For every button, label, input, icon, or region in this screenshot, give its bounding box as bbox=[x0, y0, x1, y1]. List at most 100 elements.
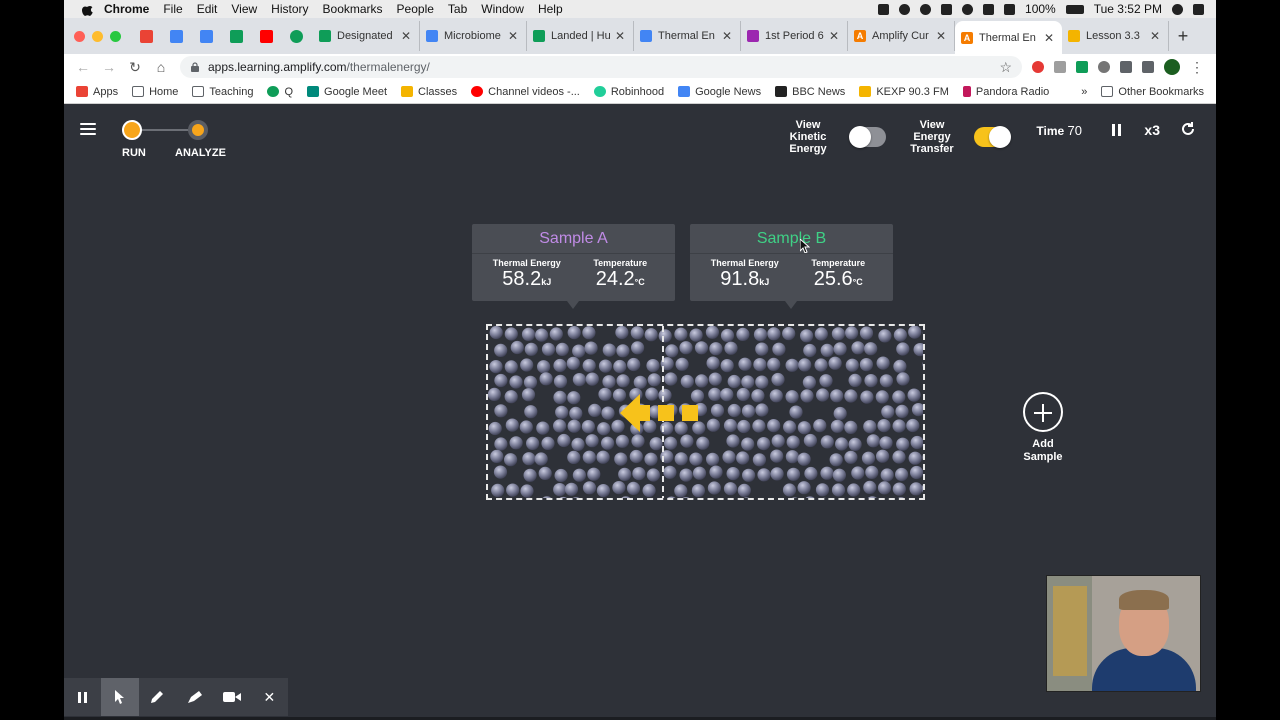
bookmark-robinhood[interactable]: Robinhood bbox=[593, 86, 664, 98]
menu-people[interactable]: People bbox=[397, 2, 434, 16]
highlighter-tool-button[interactable] bbox=[176, 678, 213, 716]
menu-view[interactable]: View bbox=[231, 2, 257, 16]
bookmark-classes[interactable]: Classes bbox=[401, 86, 457, 98]
pointer-tool-button[interactable] bbox=[101, 678, 139, 716]
profile-avatar-icon[interactable] bbox=[1164, 59, 1180, 75]
pinned-tab-docs[interactable] bbox=[193, 23, 219, 49]
reset-icon[interactable] bbox=[1180, 121, 1196, 137]
analyze-step-button[interactable] bbox=[188, 120, 208, 140]
bookmark-pandora[interactable]: Pandora Radio bbox=[962, 86, 1049, 98]
extension-red-icon[interactable] bbox=[1032, 61, 1044, 73]
minimize-window-button[interactable] bbox=[92, 30, 103, 42]
address-bar[interactable]: apps.learning.amplify.com/thermalenergy/… bbox=[180, 56, 1022, 78]
bookmark-google-meet[interactable]: Google Meet bbox=[307, 86, 387, 98]
pen-tool-button[interactable] bbox=[139, 678, 176, 716]
airplay-icon[interactable] bbox=[1004, 3, 1016, 15]
bookmark-home[interactable]: Home bbox=[132, 86, 178, 98]
bookmark-channel-videos[interactable]: Channel videos -... bbox=[471, 86, 580, 98]
forward-icon[interactable]: → bbox=[96, 59, 122, 75]
close-tab-icon[interactable]: ✕ bbox=[827, 29, 841, 43]
reload-icon[interactable]: ↻ bbox=[122, 59, 148, 76]
bookmark-star-icon[interactable]: ☆ bbox=[999, 59, 1012, 76]
home-icon[interactable]: ⌂ bbox=[148, 59, 174, 75]
battery-percent[interactable]: 100% bbox=[1025, 2, 1056, 16]
bluetooth-icon[interactable] bbox=[962, 3, 974, 15]
bookmark-google-news[interactable]: Google News bbox=[678, 86, 761, 98]
particle bbox=[626, 481, 641, 495]
notification-center-icon[interactable] bbox=[1193, 3, 1204, 15]
menu-help[interactable]: Help bbox=[538, 2, 563, 16]
hamburger-menu-icon[interactable] bbox=[80, 123, 96, 135]
extension-screencast-icon[interactable] bbox=[1054, 61, 1066, 73]
pinned-tab-q[interactable] bbox=[283, 23, 309, 49]
reading-list-icon[interactable] bbox=[1142, 61, 1154, 73]
menu-file[interactable]: File bbox=[163, 2, 182, 16]
pinned-tab-calendar[interactable] bbox=[163, 23, 189, 49]
menu-bookmarks[interactable]: Bookmarks bbox=[323, 2, 383, 16]
add-sample-button[interactable]: Add Sample bbox=[1023, 392, 1063, 464]
bookmark-teaching[interactable]: Teaching bbox=[192, 86, 253, 98]
tab-first-period[interactable]: 1st Period 6 ✕ bbox=[741, 21, 848, 51]
particle bbox=[520, 358, 534, 372]
spotlight-search-icon[interactable] bbox=[1172, 3, 1183, 15]
close-tab-icon[interactable]: ✕ bbox=[506, 29, 520, 43]
kinetic-energy-toggle[interactable] bbox=[849, 126, 886, 148]
menu-edit[interactable]: Edit bbox=[197, 2, 218, 16]
location-icon[interactable] bbox=[920, 3, 932, 15]
camera-tool-button[interactable] bbox=[213, 678, 250, 716]
chrome-menu-icon[interactable]: ⋮ bbox=[1190, 59, 1204, 76]
tab-microbiome[interactable]: Microbiome ✕ bbox=[420, 21, 527, 51]
zoom-window-button[interactable] bbox=[110, 30, 121, 42]
particle bbox=[539, 372, 553, 386]
close-tab-icon[interactable]: ✕ bbox=[399, 29, 413, 43]
menu-history[interactable]: History bbox=[271, 2, 308, 16]
new-tab-button[interactable]: + bbox=[1169, 18, 1197, 54]
bookmark-bbc-news[interactable]: BBC News bbox=[775, 86, 845, 98]
bookmarks-overflow-button[interactable]: » bbox=[1081, 86, 1087, 98]
cloud-icon[interactable] bbox=[899, 3, 911, 15]
particle bbox=[922, 331, 923, 335]
pinned-tab-gmail[interactable] bbox=[133, 23, 159, 49]
extension-sheets-icon[interactable] bbox=[1076, 61, 1088, 73]
menu-app-name[interactable]: Chrome bbox=[104, 2, 149, 16]
pause-recording-button[interactable] bbox=[64, 678, 101, 716]
pause-button[interactable] bbox=[1112, 124, 1122, 136]
close-toolbar-button[interactable]: ✕ bbox=[251, 678, 288, 716]
close-tab-icon[interactable]: ✕ bbox=[934, 29, 948, 43]
menu-tab[interactable]: Tab bbox=[448, 2, 467, 16]
camera-icon[interactable] bbox=[878, 3, 890, 15]
sheets-icon bbox=[319, 30, 331, 42]
close-tab-icon[interactable]: ✕ bbox=[1148, 29, 1162, 43]
particle-container[interactable] bbox=[486, 324, 925, 500]
run-step-button[interactable] bbox=[122, 120, 142, 140]
extensions-puzzle-icon[interactable] bbox=[1120, 61, 1132, 73]
apple-icon[interactable] bbox=[80, 2, 94, 16]
tab-landed[interactable]: Landed | Hu ✕ bbox=[527, 21, 634, 51]
pinned-tab-drive[interactable] bbox=[223, 23, 249, 49]
close-window-button[interactable] bbox=[74, 30, 85, 42]
s-app-icon[interactable] bbox=[941, 3, 953, 15]
tab-lesson[interactable]: Lesson 3.3 ✕ bbox=[1062, 21, 1169, 51]
tab-amplify-curriculum[interactable]: A Amplify Cur ✕ bbox=[848, 21, 955, 51]
back-icon[interactable]: ← bbox=[70, 59, 96, 75]
bookmark-q[interactable]: Q bbox=[267, 86, 293, 98]
tab-thermal-energy-active[interactable]: A Thermal En ✕ bbox=[955, 21, 1062, 54]
tab-designated[interactable]: Designated ✕ bbox=[313, 21, 420, 51]
tab-thermal-doc[interactable]: Thermal En ✕ bbox=[634, 21, 741, 51]
pinned-tab-youtube[interactable] bbox=[253, 23, 279, 49]
other-bookmarks[interactable]: Other Bookmarks bbox=[1101, 86, 1204, 98]
particle bbox=[696, 436, 710, 450]
extension-person-icon[interactable] bbox=[1098, 61, 1110, 73]
particle bbox=[542, 496, 552, 498]
close-tab-icon[interactable]: ✕ bbox=[613, 29, 627, 43]
clock[interactable]: Tue 3:52 PM bbox=[1094, 2, 1162, 16]
wifi-icon[interactable] bbox=[983, 3, 995, 15]
energy-transfer-toggle[interactable] bbox=[974, 126, 1011, 148]
close-tab-icon[interactable]: ✕ bbox=[720, 29, 734, 43]
battery-icon[interactable] bbox=[1065, 4, 1084, 14]
close-tab-icon[interactable]: ✕ bbox=[1042, 31, 1056, 45]
bookmark-apps[interactable]: Apps bbox=[76, 86, 118, 98]
bookmark-kexp[interactable]: KEXP 90.3 FM bbox=[859, 86, 949, 98]
menu-window[interactable]: Window bbox=[481, 2, 524, 16]
speed-button[interactable]: x3 bbox=[1144, 122, 1160, 138]
